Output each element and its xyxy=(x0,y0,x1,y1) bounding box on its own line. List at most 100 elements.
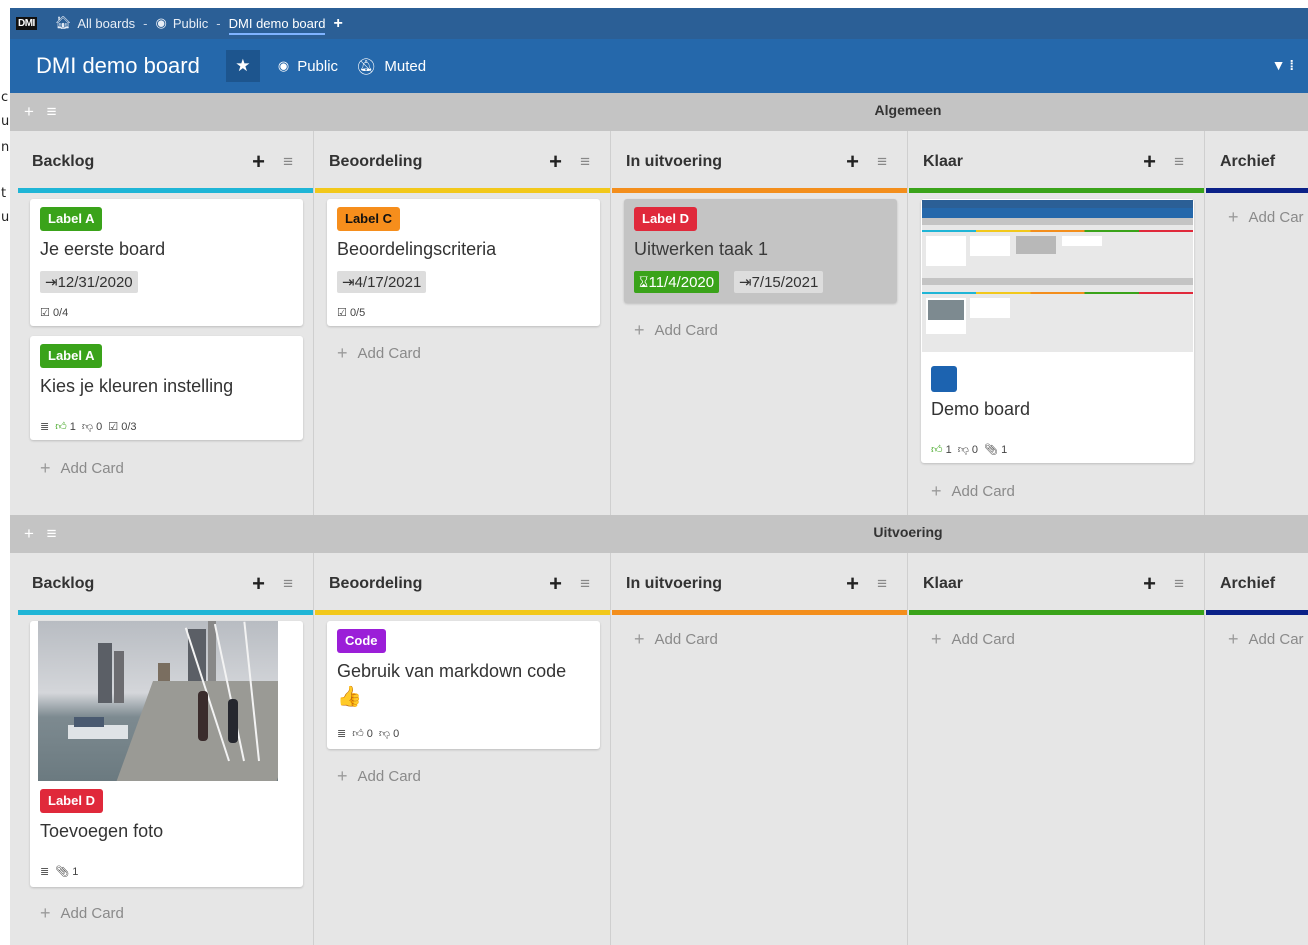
add-card-button[interactable]: + Add Card xyxy=(40,904,124,922)
list-menu-icon[interactable]: ≡ xyxy=(283,152,293,172)
card-color-swatch xyxy=(931,366,957,392)
list-menu-icon[interactable]: ≡ xyxy=(580,152,590,172)
list-menu-icon[interactable]: ≡ xyxy=(580,574,590,594)
card-label: Label D xyxy=(634,207,697,231)
thumbs-down-icon: 👎︎ xyxy=(378,727,391,740)
card[interactable]: Demo board 👍︎ 1 👎︎ 0 📎︎ 1 xyxy=(921,199,1194,463)
star-button[interactable]: ★ xyxy=(225,50,260,82)
due-date-icon: ⇥ xyxy=(45,273,58,291)
list-header: In uitvoering + ≡ xyxy=(612,131,907,193)
list-header: Beoordeling + ≡ xyxy=(315,131,610,193)
add-card-button[interactable]: + Add Card xyxy=(634,321,718,339)
plus-icon: + xyxy=(337,766,348,786)
add-card-top-button[interactable]: + xyxy=(846,149,859,175)
card[interactable]: Label D Uitwerken taak 1 ⌛︎11/4/2020 ⇥7/… xyxy=(624,199,897,303)
list-title[interactable]: Backlog xyxy=(32,153,94,171)
list: Archief + Add Car xyxy=(1206,131,1308,515)
list: Archief + Add Car xyxy=(1206,553,1308,945)
add-card-button[interactable]: + Add Card xyxy=(931,630,1015,648)
swimlane-title: Algemeen xyxy=(874,102,942,118)
list-title[interactable]: Beoordeling xyxy=(329,575,422,593)
breadcrumb-separator: - xyxy=(216,16,221,31)
thumbs-up-icon: 👍︎ xyxy=(352,727,364,740)
list-title[interactable]: Archief xyxy=(1220,153,1275,171)
list-menu-icon[interactable]: ≡ xyxy=(1174,574,1184,594)
add-card-top-button[interactable]: + xyxy=(549,571,562,597)
due-date-icon: ⇥ xyxy=(342,273,355,291)
card[interactable]: Label A Kies je kleuren instelling ≣ 👍︎ … xyxy=(30,336,303,440)
board-header: DMI demo board ★ ◉ Public 🔕︎ Muted ▼ ⁞ xyxy=(10,39,1308,93)
list-title[interactable]: Klaar xyxy=(923,575,963,593)
add-board-button[interactable]: + xyxy=(333,15,342,33)
filter-icon[interactable]: ▼ ⁞ xyxy=(1272,57,1294,73)
list-menu-icon[interactable]: ≡ xyxy=(877,574,887,594)
paperclip-icon: 📎︎ xyxy=(55,865,70,878)
add-card-button[interactable]: + Add Car xyxy=(1228,208,1304,226)
watch-label: Muted xyxy=(384,57,427,75)
card-badges: ☑ 0/4 xyxy=(40,306,69,319)
list-menu-icon[interactable]: ≡ xyxy=(1174,152,1184,172)
paperclip-icon: 📎︎ xyxy=(984,443,999,456)
card-label: Code xyxy=(337,629,386,653)
list-title[interactable]: Archief xyxy=(1220,575,1275,593)
board-canvas: + ≡ Algemeen Backlog + ≡ Label A Je eers… xyxy=(10,93,1308,945)
add-card-top-button[interactable]: + xyxy=(846,571,859,597)
list-header: Klaar + ≡ xyxy=(909,131,1204,193)
gutter-char: c xyxy=(1,90,9,105)
plus-icon: + xyxy=(634,629,645,649)
board-title[interactable]: DMI demo board xyxy=(10,53,200,79)
list-title[interactable]: Klaar xyxy=(923,153,963,171)
gutter-char: u xyxy=(1,114,10,129)
list-menu-icon[interactable]: ≡ xyxy=(877,152,887,172)
home-icon: 🏠︎ xyxy=(54,16,72,31)
list: In uitvoering + ≡ Label D Uitwerken taak… xyxy=(612,131,908,515)
plus-icon: + xyxy=(337,343,348,363)
list-title[interactable]: Beoordeling xyxy=(329,153,422,171)
add-card-button[interactable]: + Add Card xyxy=(634,629,718,649)
list-menu-icon[interactable]: ≡ xyxy=(283,574,293,594)
add-card-button[interactable]: + Add Card xyxy=(337,766,421,786)
add-card-top-button[interactable]: + xyxy=(1143,571,1156,597)
description-icon: ≣ xyxy=(40,865,50,878)
list-header: Klaar + ≡ xyxy=(909,553,1204,615)
gutter-char: u xyxy=(1,210,10,225)
start-date-badge[interactable]: ⌛︎11/4/2020 xyxy=(634,271,720,293)
add-card-top-button[interactable]: + xyxy=(1143,149,1156,175)
list-header: In uitvoering + ≡ xyxy=(612,553,907,615)
add-card-top-button[interactable]: + xyxy=(549,149,562,175)
swimlane-header: + ≡ Algemeen xyxy=(10,93,1308,131)
add-card-button[interactable]: + Add Card xyxy=(931,482,1015,500)
card-title: Demo board xyxy=(931,399,1031,419)
due-date-badge[interactable]: ⇥4/17/2021 xyxy=(337,271,427,293)
card-badges: ≣ 📎︎ 1 xyxy=(40,865,79,878)
left-gutter: c u n t u xyxy=(0,0,10,945)
visibility-label: Public xyxy=(297,57,339,75)
breadcrumb-label: Public xyxy=(172,16,209,31)
add-card-button[interactable]: + Add Card xyxy=(40,459,124,477)
breadcrumb-all-boards[interactable]: 🏠︎ All boards xyxy=(55,16,135,31)
watch-button[interactable]: 🔕︎ Muted xyxy=(356,57,426,76)
list-title[interactable]: In uitvoering xyxy=(626,575,722,593)
add-card-button[interactable]: + Add Card xyxy=(337,343,421,363)
star-icon: ★ xyxy=(235,56,251,76)
list-title[interactable]: Backlog xyxy=(32,575,94,593)
card[interactable]: Label C Beoordelingscriteria ⇥4/17/2021 … xyxy=(327,199,600,326)
card-badges: ≣ 👍︎ 0 👎︎ 0 xyxy=(337,727,400,740)
due-date-badge[interactable]: ⇥12/31/2020 xyxy=(40,271,138,293)
card[interactable]: Code Gebruik van markdown code 👍 ≣ 👍︎ 0 … xyxy=(327,621,600,749)
breadcrumb-current-board[interactable]: DMI demo board xyxy=(228,16,326,35)
add-card-button[interactable]: + Add Car xyxy=(1228,630,1304,648)
add-card-top-button[interactable]: + xyxy=(252,149,265,175)
app-logo[interactable]: DMI xyxy=(16,17,37,30)
card-badges: ☑ 0/5 xyxy=(337,306,366,319)
list-header: Archief xyxy=(1206,131,1308,193)
card[interactable]: Label D Toevoegen foto ≣ 📎︎ 1 xyxy=(30,621,303,887)
list-title[interactable]: In uitvoering xyxy=(626,153,722,171)
card[interactable]: Label A Je eerste board ⇥12/31/2020 ☑ 0/… xyxy=(30,199,303,326)
breadcrumb-public[interactable]: ◉ Public xyxy=(156,16,209,31)
due-date-badge[interactable]: ⇥7/15/2021 xyxy=(734,271,824,293)
visibility-button[interactable]: ◉ Public xyxy=(278,58,338,75)
thumbs-up-icon: 👍︎ xyxy=(55,420,67,433)
add-card-top-button[interactable]: + xyxy=(252,571,265,597)
list-header: Backlog + ≡ xyxy=(18,553,313,615)
